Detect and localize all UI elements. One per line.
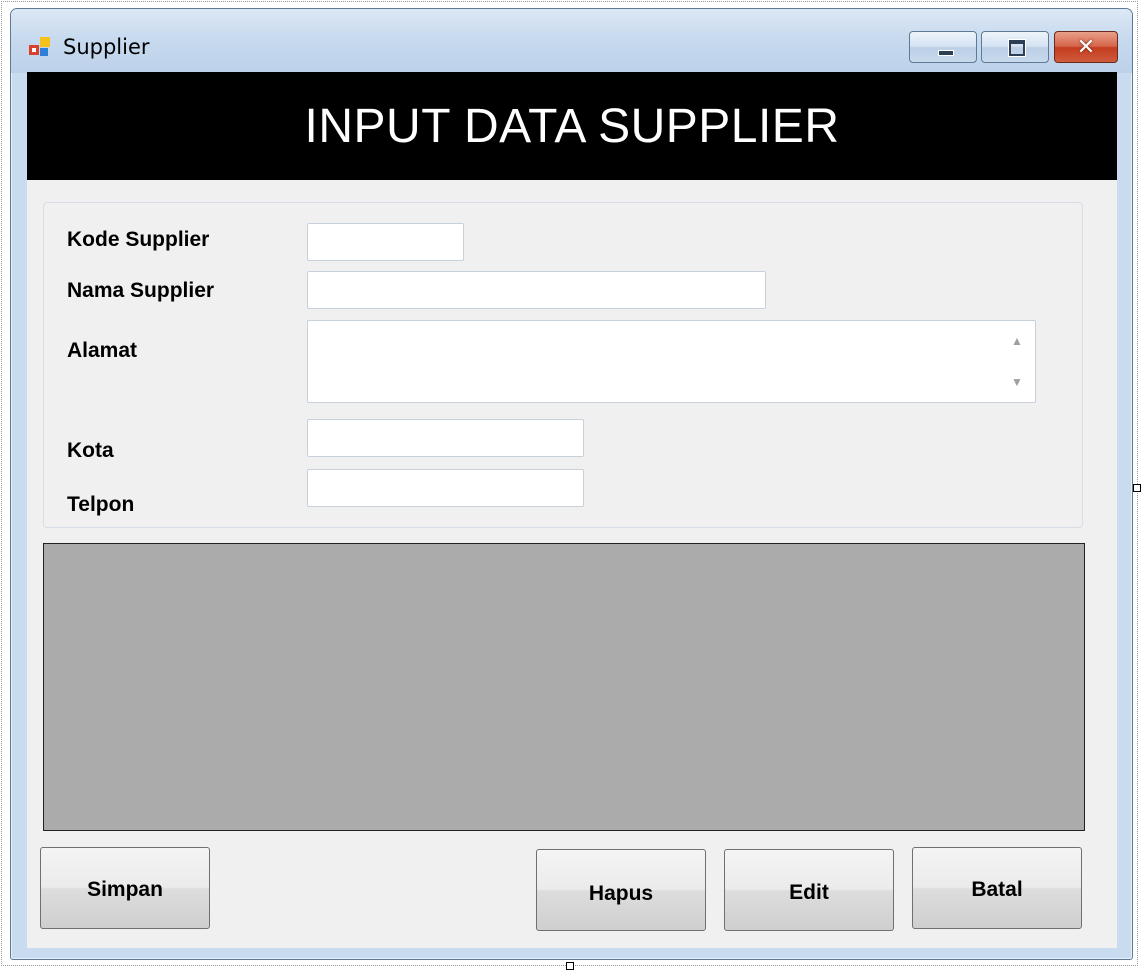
- supplier-window: Supplier ✕ INPUT DATA SUPPLIER Kode Supp…: [10, 8, 1133, 960]
- hapus-button[interactable]: Hapus: [536, 849, 706, 931]
- kode-supplier-input[interactable]: [307, 223, 464, 261]
- form-client-area: INPUT DATA SUPPLIER Kode Supplier Nama S…: [27, 72, 1117, 948]
- simpan-button-label: Simpan: [87, 878, 163, 901]
- nama-supplier-input[interactable]: [307, 271, 766, 309]
- minimize-icon: [938, 50, 954, 56]
- label-nama-supplier: Nama Supplier: [67, 279, 215, 302]
- label-alamat: Alamat: [67, 339, 138, 362]
- alamat-scrollbar[interactable]: ▲ ▼: [1000, 322, 1034, 401]
- telpon-input[interactable]: [307, 469, 584, 507]
- edit-button-label: Edit: [789, 881, 829, 904]
- label-telpon: Telpon: [67, 493, 135, 516]
- title-bar[interactable]: Supplier ✕: [11, 9, 1132, 73]
- maximize-icon: [1009, 40, 1025, 56]
- scroll-up-arrow-icon[interactable]: ▲: [1000, 326, 1034, 356]
- minimize-button[interactable]: [909, 31, 977, 63]
- hapus-button-label: Hapus: [588, 882, 654, 905]
- resize-grip-right[interactable]: [1133, 484, 1141, 492]
- batal-button-label: Batal: [971, 878, 1023, 901]
- simpan-button[interactable]: Simpan: [40, 847, 210, 929]
- close-icon: ✕: [1076, 34, 1096, 60]
- batal-button[interactable]: Batal: [912, 847, 1082, 929]
- app-form-icon: [29, 37, 53, 59]
- scroll-down-arrow-icon[interactable]: ▼: [1000, 367, 1034, 397]
- kota-input[interactable]: [307, 419, 584, 457]
- edit-button[interactable]: Edit: [724, 849, 894, 931]
- header-title: INPUT DATA SUPPLIER: [27, 72, 1117, 180]
- supplier-input-group: Kode Supplier Nama Supplier Alamat ▲ ▼ K…: [43, 202, 1083, 528]
- label-kota: Kota: [67, 439, 114, 462]
- close-button[interactable]: ✕: [1054, 31, 1118, 63]
- supplier-data-grid[interactable]: [43, 543, 1085, 831]
- window-title: Supplier: [63, 35, 150, 59]
- alamat-textarea[interactable]: ▲ ▼: [307, 320, 1036, 403]
- maximize-button[interactable]: [981, 31, 1049, 63]
- label-kode-supplier: Kode Supplier: [67, 228, 210, 251]
